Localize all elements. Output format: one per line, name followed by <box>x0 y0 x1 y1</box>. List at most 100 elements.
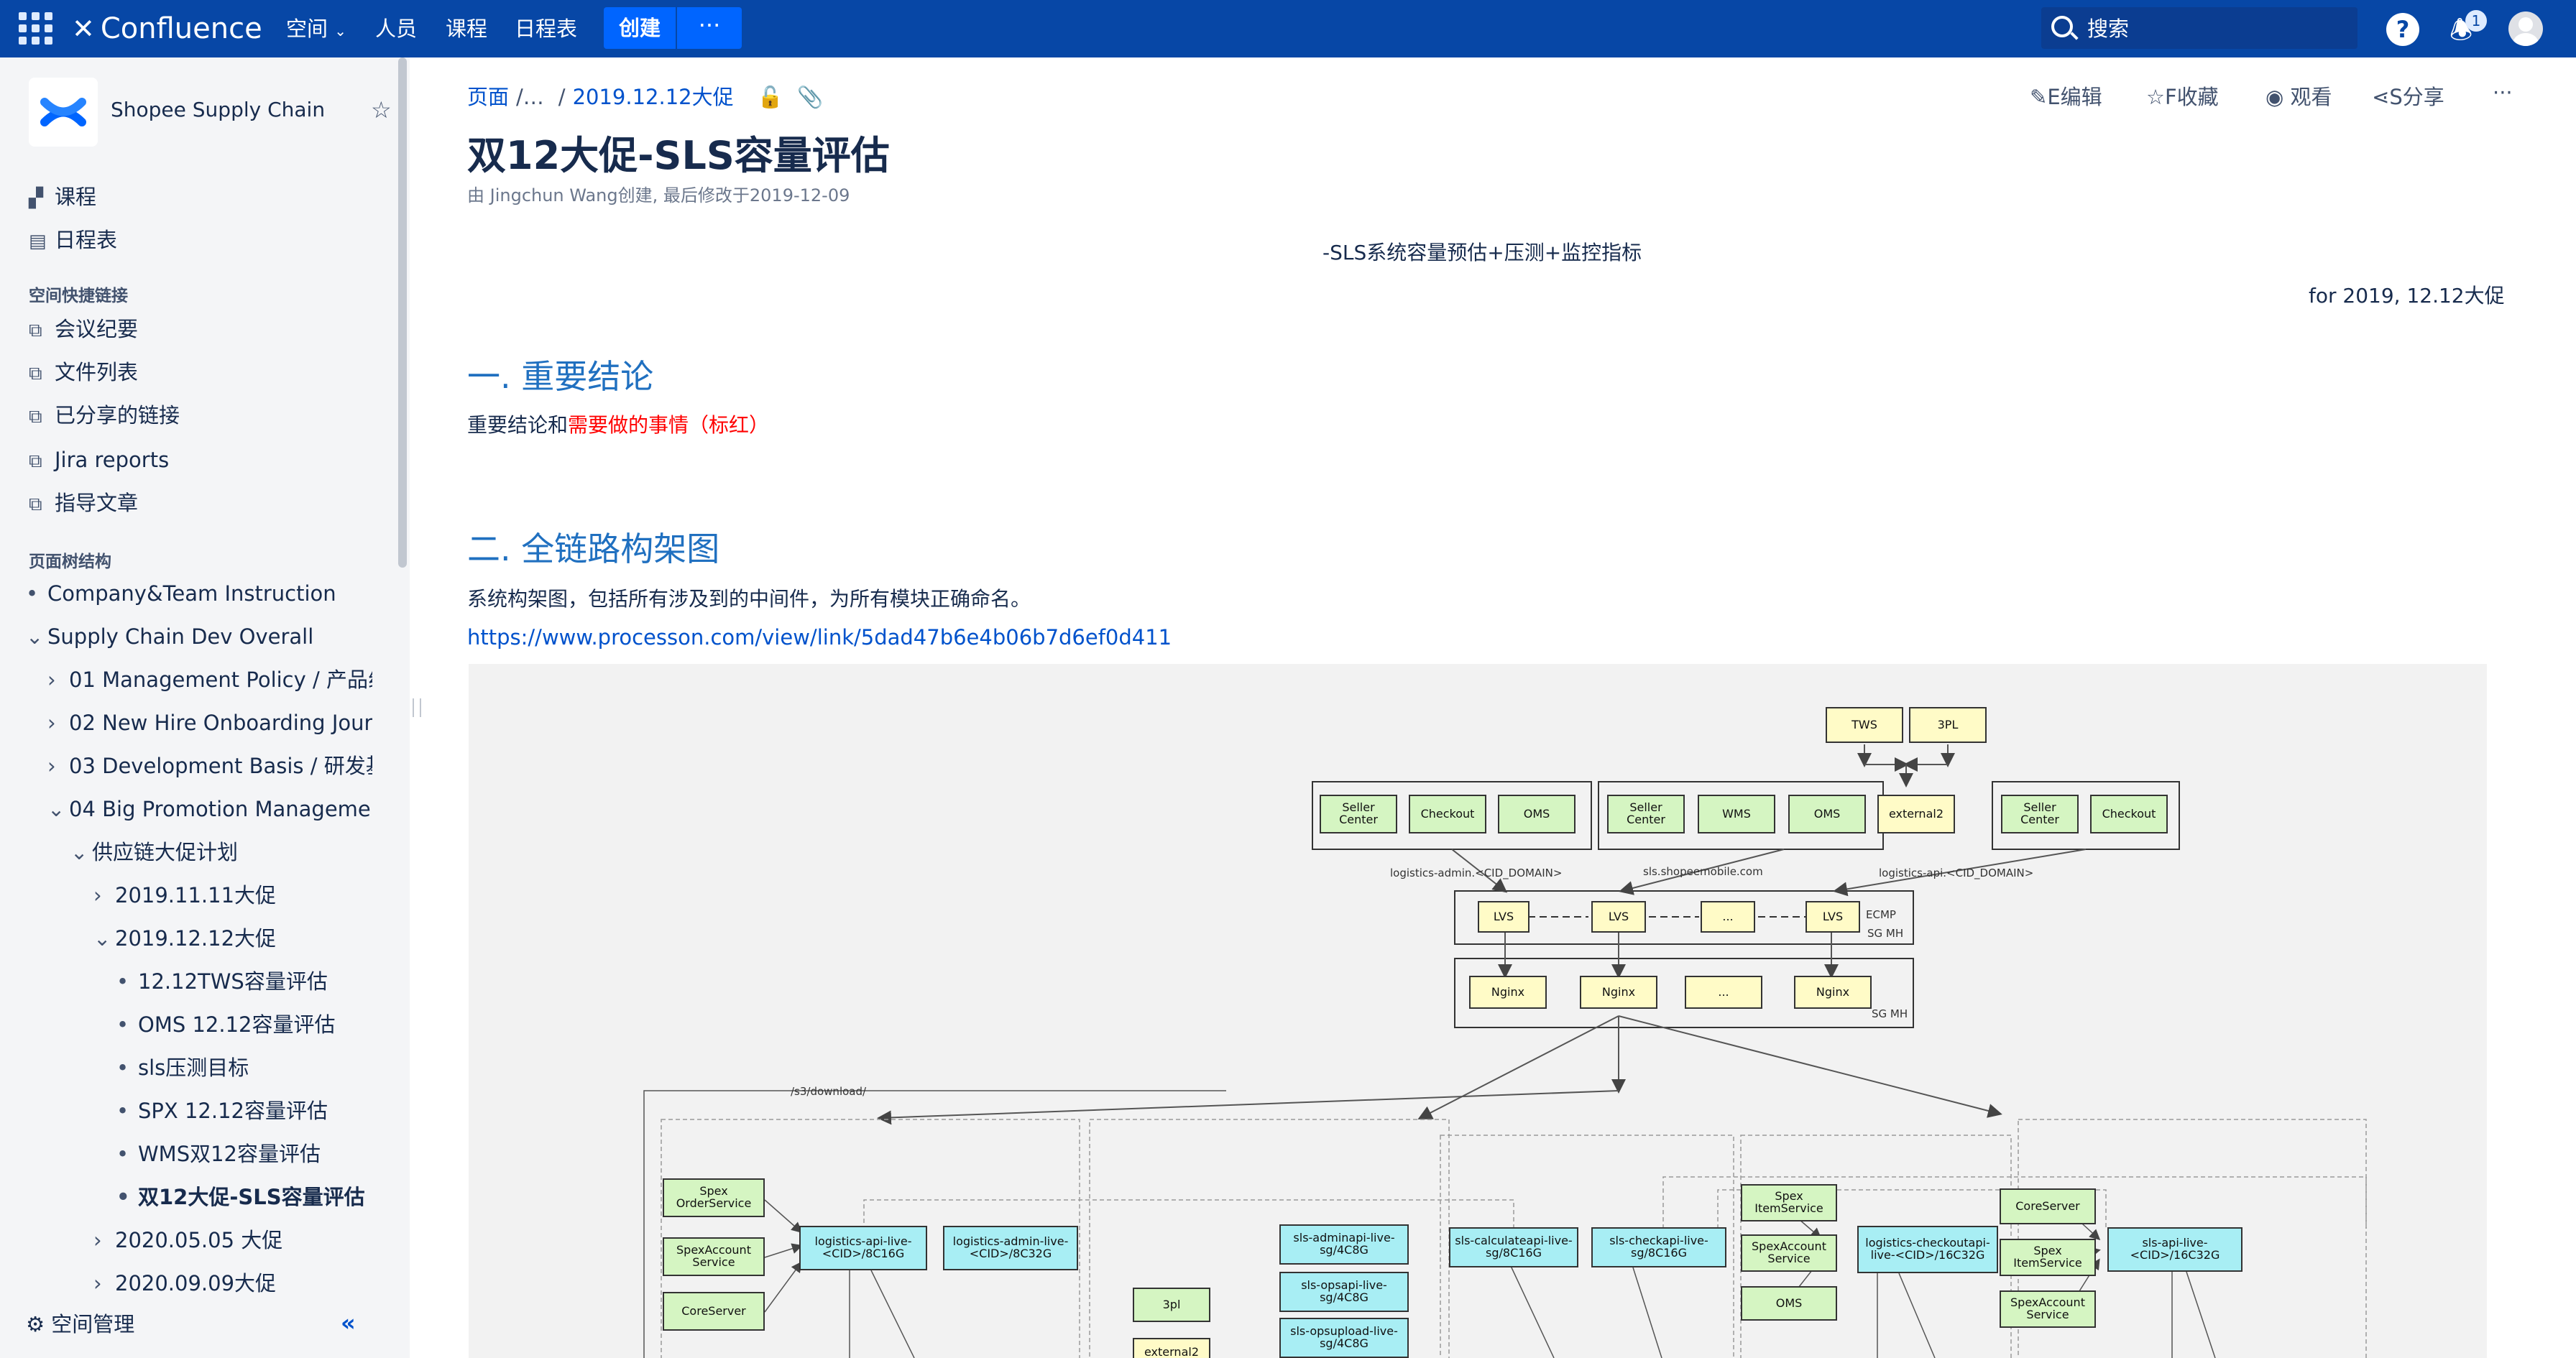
diagram-node: OMS <box>1741 1286 1837 1321</box>
sidebar-item-calendar[interactable]: ▤ 日程表 <box>29 226 117 254</box>
tree-item[interactable]: ›03 Development Basis / 研发基础 <box>47 752 372 780</box>
tree-item[interactable]: • OMS 12.12容量评估 <box>116 1010 372 1039</box>
shortcut-label: 指导文章 <box>55 491 139 515</box>
tree-item[interactable]: ›01 Management Policy / 产品线管 <box>47 665 372 694</box>
tree-item[interactable]: • sls压测目标 <box>116 1053 372 1082</box>
sidebar-scrollbar[interactable] <box>398 57 407 568</box>
diagram-node: OMS <box>1498 795 1576 833</box>
diagram-node: logistics-api-live-<CID>/8C16G <box>799 1226 927 1270</box>
watch-button[interactable]: ◉ 观看 <box>2266 80 2332 111</box>
space-logo-icon <box>40 98 86 126</box>
create-more-button[interactable]: ··· <box>677 7 742 49</box>
star-icon[interactable]: ☆ <box>371 96 392 124</box>
tree-item-label: OMS 12.12容量评估 <box>138 1012 336 1037</box>
attachment-icon[interactable]: 📎 <box>797 85 823 109</box>
chevron-right-icon[interactable]: › <box>47 665 69 694</box>
tree-item[interactable]: • 12.12TWS容量评估 <box>116 967 372 996</box>
tree-item[interactable]: › 2019.11.11大促 <box>93 881 372 910</box>
confluence-logo[interactable]: ✕ Confluence <box>72 10 262 47</box>
nav-spaces[interactable]: 空间 ⌄ <box>286 14 346 43</box>
nav-courses[interactable]: 课程 <box>446 14 487 43</box>
chevron-down-icon[interactable]: ⌄ <box>47 795 69 823</box>
shortcut-jira-reports[interactable]: ⧉ Jira reports <box>29 445 169 474</box>
breadcrumb-ellipsis[interactable]: /… <box>516 85 544 109</box>
space-name[interactable]: Shopee Supply Chain <box>111 98 325 121</box>
heading-architecture: 二. 全链路构架图 <box>467 530 720 568</box>
tree-item-label: 供应链大促计划 <box>92 840 239 864</box>
tree-item-label: 03 Development Basis / 研发基础 <box>69 754 372 778</box>
more-actions-icon[interactable]: ··· <box>2493 80 2513 105</box>
search-input[interactable] <box>2086 7 2347 50</box>
space-logo[interactable] <box>29 78 98 147</box>
chevron-down-icon[interactable]: ⌄ <box>93 924 115 953</box>
diagram-node: Spex ItemService <box>2000 1239 2096 1276</box>
chevron-right-icon[interactable]: › <box>47 708 69 737</box>
sidebar-item-courses[interactable]: ▞ 课程 <box>29 183 96 211</box>
bullet-icon: • <box>116 969 129 994</box>
chevron-right-icon[interactable]: › <box>93 881 115 910</box>
tree-item-label: 2019.12.12大促 <box>115 926 277 951</box>
tree-item[interactable]: › 2020.05.05 大促 <box>93 1226 372 1255</box>
space-settings-label: 空间管理 <box>51 1312 135 1336</box>
page-icon: ⧉ <box>29 494 42 515</box>
architecture-diagram[interactable]: TWS 3PL Seller Center Checkout OMS Selle… <box>469 664 2487 1358</box>
search-box[interactable] <box>2041 7 2358 50</box>
bullet-icon: • <box>116 1099 129 1123</box>
diagram-node: Nginx <box>1469 976 1547 1009</box>
page-icon: ⧉ <box>29 451 42 472</box>
tree-item[interactable]: ⌄ Supply Chain Dev Overall <box>26 622 397 651</box>
tree-item-label: 04 Big Promotion Management / <box>69 797 372 821</box>
favorite-label: F收藏 <box>2165 85 2219 109</box>
diagram-label: logistics-api.<CID_DOMAIN> <box>1879 867 2034 879</box>
tree-item[interactable]: › 2020.09.09大促 <box>93 1269 372 1298</box>
tree-item[interactable]: • Company&Team Instruction <box>26 579 397 608</box>
share-button[interactable]: ⋖S分享 <box>2372 80 2444 111</box>
space-settings[interactable]: ⚙ 空间管理 <box>26 1308 134 1338</box>
shortcut-guides[interactable]: ⧉ 指导文章 <box>29 489 138 517</box>
create-button[interactable]: 创建 <box>604 7 676 49</box>
tree-item-label: WMS双12容量评估 <box>138 1142 321 1166</box>
tree-item[interactable]: ⌄ 04 Big Promotion Management / <box>47 795 372 823</box>
app-switcher-icon[interactable] <box>19 12 55 45</box>
edit-label: E编辑 <box>2047 85 2102 109</box>
tree-item[interactable]: • WMS双12容量评估 <box>116 1140 372 1168</box>
shortcut-file-list[interactable]: ⧉ 文件列表 <box>29 358 138 387</box>
edit-button[interactable]: ✎E编辑 <box>2030 80 2102 111</box>
help-icon[interactable]: ? <box>2386 13 2419 46</box>
breadcrumb-pages[interactable]: 页面 <box>467 85 509 109</box>
breadcrumb-parent[interactable]: 2019.12.12大促 <box>573 85 734 109</box>
tree-item-current[interactable]: • 双12大促-SLS容量评估 <box>116 1183 372 1211</box>
bullet-icon: • <box>116 1185 130 1209</box>
bullet-icon: • <box>116 1012 129 1037</box>
tree-item-label: 12.12TWS容量评估 <box>138 969 328 994</box>
unlock-icon[interactable]: 🔓 <box>758 85 783 109</box>
shortcut-meeting-notes[interactable]: ⧉ 会议纪要 <box>29 315 138 343</box>
chevron-right-icon[interactable]: › <box>93 1269 115 1298</box>
processon-link[interactable]: https://www.processon.com/view/link/5dad… <box>467 625 1172 650</box>
chevron-down-icon[interactable]: ⌄ <box>70 838 92 867</box>
diagram-node: TWS <box>1826 707 1903 743</box>
nav-people[interactable]: 人员 <box>375 14 417 43</box>
diagram-node: sls-checkapi-live-sg/8C16G <box>1591 1227 1726 1267</box>
tree-item[interactable]: ⌄ 供应链大促计划 <box>70 838 372 867</box>
favorite-button[interactable]: ☆F收藏 <box>2146 80 2219 111</box>
bullet-icon: • <box>26 581 39 606</box>
page-icon: ⧉ <box>29 363 42 384</box>
chevron-down-icon[interactable]: ⌄ <box>26 622 47 651</box>
avatar[interactable] <box>2508 11 2543 46</box>
tree-item-label: 双12大促-SLS容量评估 <box>138 1185 365 1209</box>
shortcut-label: 文件列表 <box>55 360 139 384</box>
diagram-node: logistics-admin-live-<CID>/8C32G <box>943 1226 1078 1270</box>
confluence-icon: ✕ <box>72 13 95 45</box>
diagram-node: sls-opsupload-live-sg/4C8G <box>1279 1318 1409 1358</box>
tree-item[interactable]: • SPX 12.12容量评估 <box>116 1096 372 1125</box>
tree-item[interactable]: › 02 New Hire Onboarding Journe <box>47 708 372 737</box>
collapse-sidebar-icon[interactable]: « <box>341 1309 356 1336</box>
tree-item[interactable]: ⌄ 2019.12.12大促 <box>93 924 372 953</box>
sidebar-resize-handle[interactable] <box>413 698 421 717</box>
chevron-right-icon[interactable]: › <box>47 752 69 780</box>
chevron-right-icon[interactable]: › <box>93 1226 115 1255</box>
page-title: 双12大促-SLS容量评估 <box>467 133 890 178</box>
nav-calendar[interactable]: 日程表 <box>515 14 577 43</box>
shortcut-shared-links[interactable]: ⧉ 已分享的链接 <box>29 401 180 430</box>
